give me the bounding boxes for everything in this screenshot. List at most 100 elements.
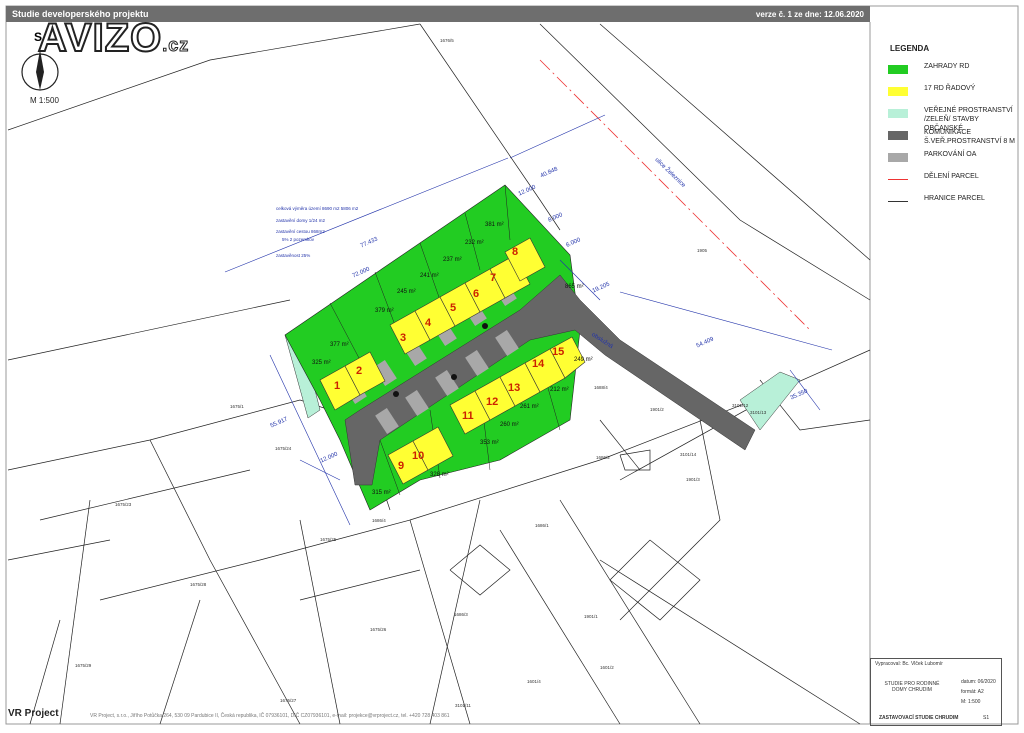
lot-label: 7	[490, 272, 497, 284]
parcel-label: 3101/12	[732, 403, 749, 408]
lot-label: 8	[512, 246, 519, 258]
title-block: Vypracoval: Bc. Vlček Lubomír STUDIE PRO…	[870, 658, 1002, 726]
area-label: 261 m²	[520, 404, 539, 410]
legend-swatch	[888, 201, 908, 202]
area-label: 353 m²	[480, 440, 499, 446]
parcel-label: 1675/28	[190, 582, 207, 587]
lot-label: 4	[425, 317, 432, 329]
lot-label: 9	[398, 460, 405, 472]
parcel-label: 1686/1	[535, 523, 549, 528]
legend-item: 17 RD ŘADOVÝ	[878, 83, 1018, 101]
parcel-label: 1675/29	[75, 663, 92, 668]
stat-total: celková výměra území 8690 m2 5806 m2	[276, 206, 359, 211]
area-label: 237 m²	[443, 257, 462, 263]
scale-label: M 1:500	[30, 96, 59, 105]
legend-label: HRANICE PARCEL	[924, 195, 985, 202]
lot-label: 6	[473, 288, 480, 300]
legend-label: ZAHRADY RD	[924, 63, 970, 70]
format: formát: A2	[961, 689, 984, 695]
sheet-number: S1	[983, 715, 990, 721]
parcel-label: 3101/11	[455, 703, 471, 708]
parcel-label: 1675/23	[115, 502, 132, 507]
area-label: 328 m²	[430, 472, 449, 478]
parcel-label: 1901/1	[584, 614, 598, 619]
legend-swatch	[888, 87, 908, 96]
lot-label: 3	[400, 332, 407, 344]
area-label: 249 m²	[574, 357, 593, 363]
parcel-label: 1901/3	[686, 477, 700, 482]
legend-swatch	[888, 153, 908, 162]
area-label: 865 m²	[565, 284, 584, 290]
area-label: 379 m²	[375, 308, 394, 314]
lot-label: 13	[508, 382, 521, 394]
parcel-label: 1675/24	[275, 446, 292, 451]
legend-label: DĚLENÍ PARCEL	[924, 173, 979, 180]
area-label: 241 m²	[420, 273, 439, 279]
lot-label: 1	[334, 380, 341, 392]
north-label: S	[34, 30, 43, 44]
site-plan-map	[5, 5, 1019, 725]
parcel-label: 1601/4	[527, 679, 541, 684]
lot-label: 14	[532, 358, 545, 370]
version-date: verze č. 1 ze dne: 12.06.2020	[755, 9, 864, 19]
area-label: 245 m²	[397, 289, 416, 295]
lot-label: 11	[462, 410, 474, 422]
legend-label: 17 RD ŘADOVÝ	[924, 85, 976, 92]
parcel-label: 1688/4	[594, 385, 608, 390]
parcel-label: 1675/1	[230, 404, 244, 409]
area-label: 381 m²	[485, 222, 504, 228]
area-label: 377 m²	[330, 342, 349, 348]
parcel-label: 1901/2	[650, 407, 664, 412]
lot-label: 2	[356, 365, 363, 377]
area-label: 212 m²	[550, 387, 569, 393]
legend-item: KOMUNIKACE Š.VEŘ.PROSTRANSTVÍ 8 M	[878, 127, 1018, 145]
legend-item: VEŘEJNÉ PROSTRANSTVÍ /ZELEŇ/ STAVBY OBČA…	[878, 105, 1018, 132]
lot-label: 5	[450, 302, 457, 314]
area-label: 260 m²	[500, 422, 519, 428]
area-label: 232 m²	[465, 240, 484, 246]
legend: LEGENDA ZAHRADY RD 17 RD ŘADOVÝ VEŘEJNÉ PR…	[878, 44, 1018, 215]
parcel-label: 1686/3	[454, 612, 468, 617]
stat-coverage: zastavěnost 25%	[276, 253, 311, 258]
parcel-label: 1675/26	[370, 627, 387, 632]
legend-item: HRANICE PARCEL	[878, 193, 1018, 211]
legend-item: PARKOVÁNÍ OA	[878, 149, 1018, 167]
parcel-label: 3101/14	[680, 452, 697, 457]
legend-swatch	[888, 131, 908, 140]
lot-label: 12	[486, 396, 499, 408]
lot-label: 15	[552, 346, 565, 358]
legend-swatch	[888, 179, 908, 180]
parcel-label: 1686/2	[596, 455, 610, 460]
legend-label: KOMUNIKACE Š.VEŘ.PROSTRANSTVÍ 8 M	[924, 129, 1016, 145]
avizo-watermark: AVIZO.cz	[37, 15, 190, 61]
project-name: STUDIE PRO RODINNÉ DOMY CHRUDIM	[884, 681, 940, 693]
footer-contact: VR Project, s.r.o., Jiřího Potůčka 264, …	[90, 713, 450, 719]
legend-title: LEGENDA	[890, 44, 930, 53]
legend-swatch	[888, 65, 908, 74]
stat-road: zastavění cestou 868m2	[276, 229, 325, 234]
legend-label: PARKOVÁNÍ OA	[924, 151, 977, 158]
company-logo: VR Project	[8, 708, 59, 719]
legend-swatch	[888, 109, 908, 118]
north-arrow-icon: S	[20, 30, 60, 94]
parcel-label: 1686/4	[372, 518, 386, 523]
parcel-label: 1905	[697, 248, 708, 253]
tb-scale: M: 1:500	[961, 699, 981, 705]
stat-lots: 5% 2 pozemkov	[282, 237, 315, 242]
parcel-label: 1676/5	[440, 38, 454, 43]
legend-item: ZAHRADY RD	[878, 61, 1018, 79]
author: Vypracoval: Bc. Vlček Lubomír	[875, 661, 943, 667]
drawing-sheet: 1 2 3 4 5 6 7 8 9 10 11 12 13 14 15 381 m² 232 m² 237 m²…	[0, 0, 1024, 733]
parcel-label: 1675/25	[320, 537, 337, 542]
lot-label: 10	[412, 450, 425, 462]
parcel-label: 3101/13	[750, 410, 767, 415]
area-label: 315 m²	[372, 490, 391, 496]
stat-houses: zastavění domy 1/24 m2	[276, 218, 326, 223]
area-label: 325 m²	[312, 360, 331, 366]
date: datum: 06/2020	[961, 679, 996, 685]
parcel-label: 1675/27	[280, 698, 297, 703]
parcel-label: 1601/2	[600, 665, 614, 670]
legend-item: DĚLENÍ PARCEL	[878, 171, 1018, 189]
company-name: VR Project	[8, 708, 59, 719]
sheet-name: ZASTAVOVACÍ STUDIE CHRUDIM	[879, 715, 959, 721]
